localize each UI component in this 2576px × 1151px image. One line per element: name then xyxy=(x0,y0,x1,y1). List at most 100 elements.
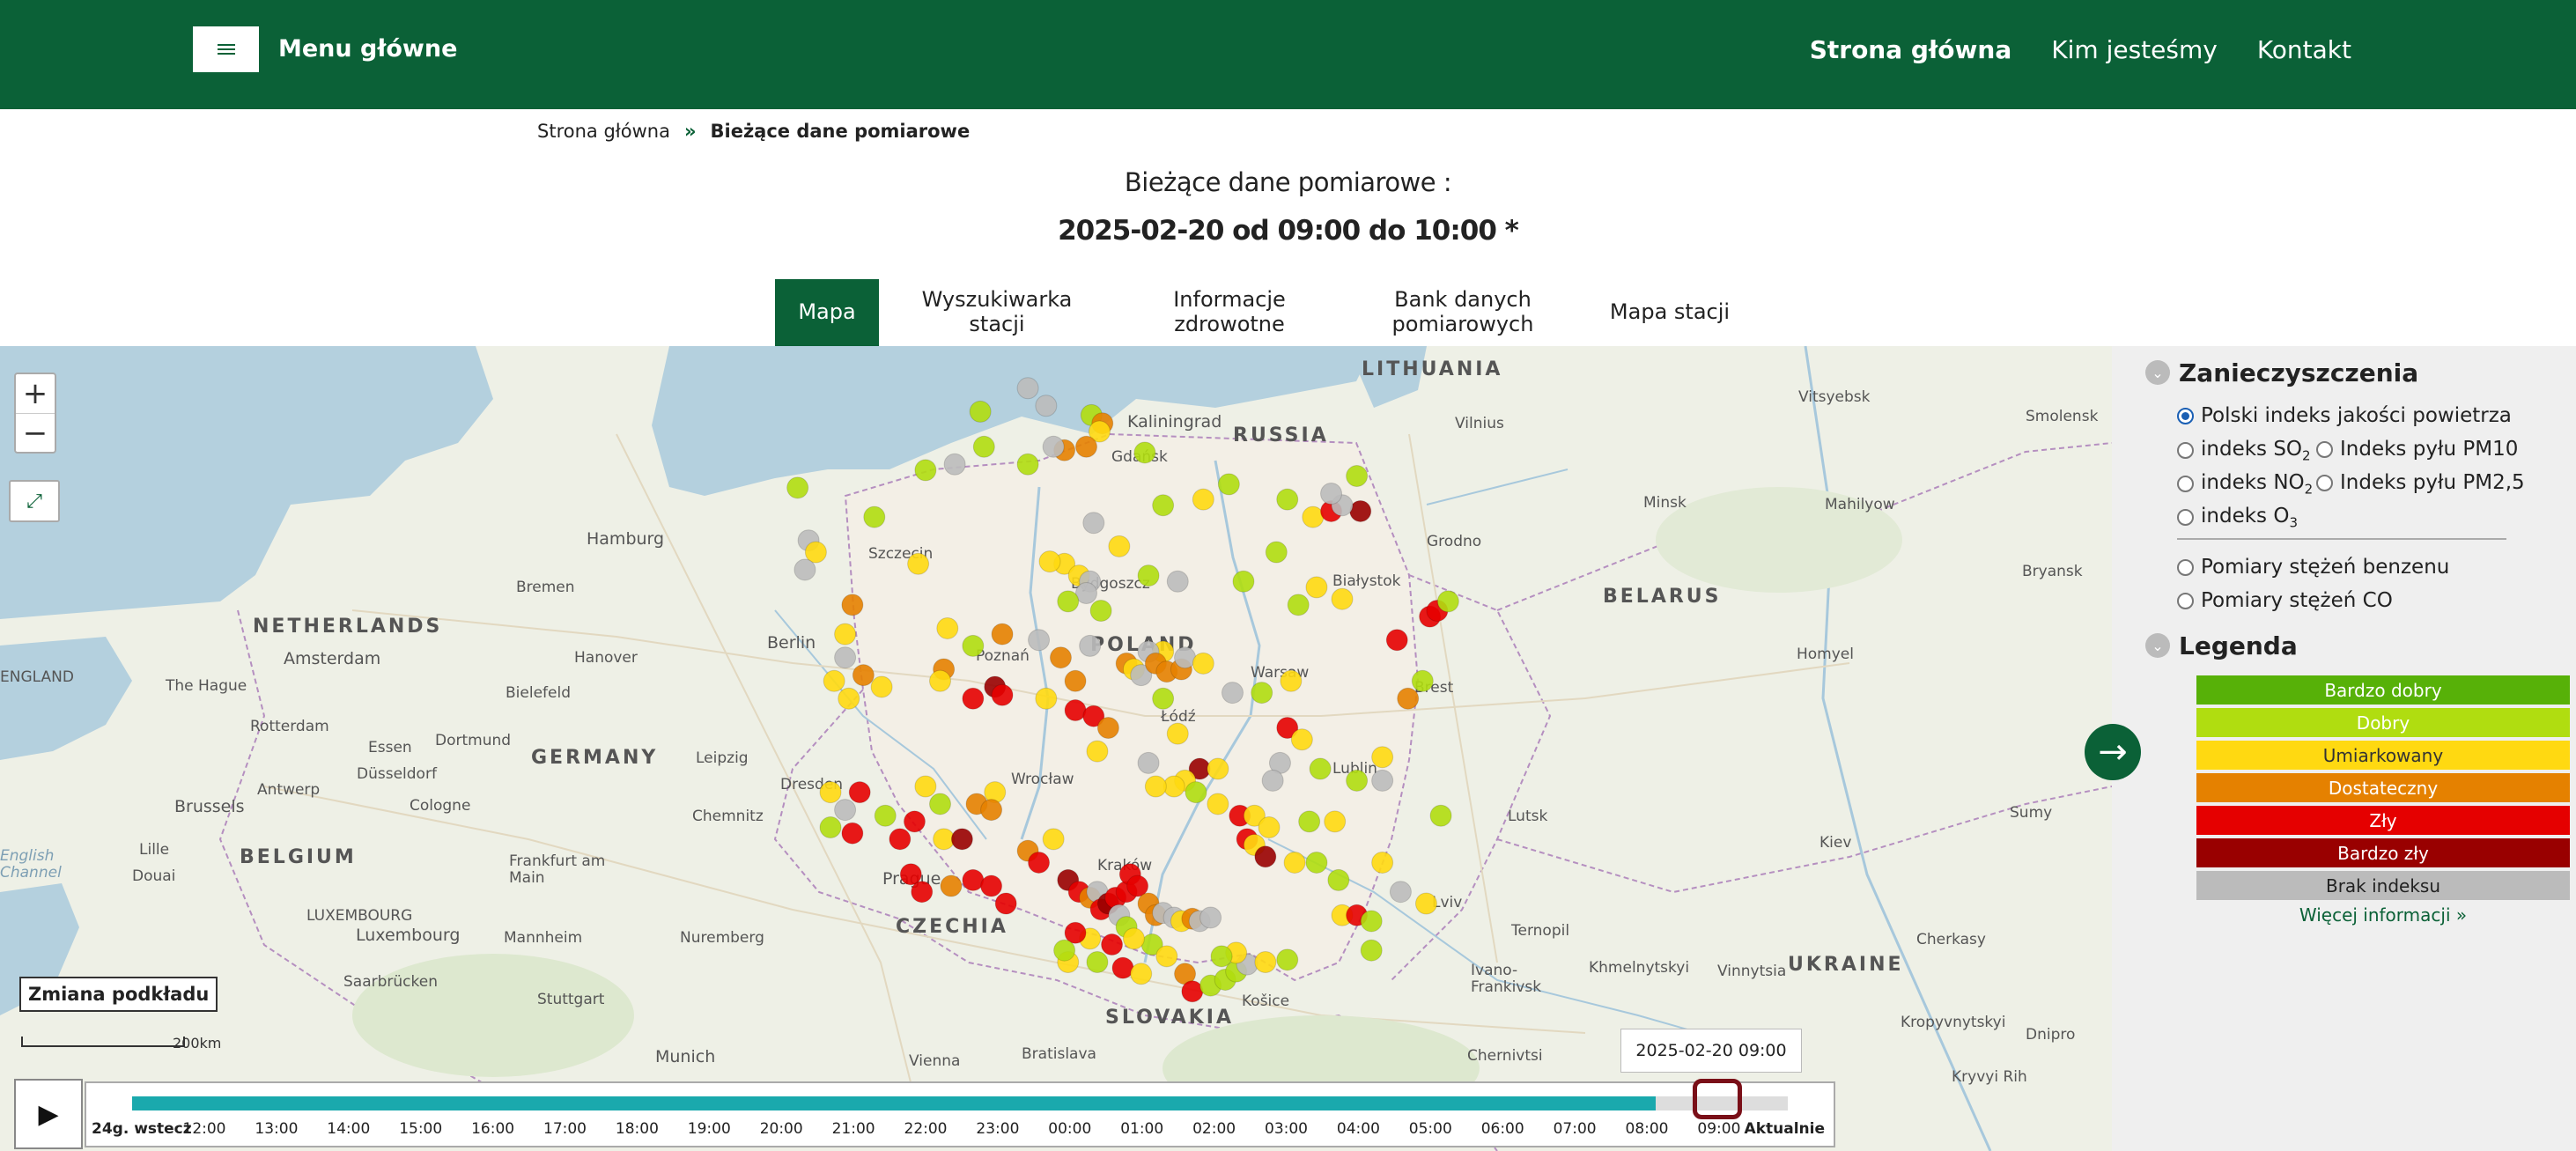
station-marker[interactable] xyxy=(1133,441,1156,464)
fullscreen-button[interactable]: ⤢ xyxy=(9,480,60,522)
station-marker[interactable] xyxy=(834,623,857,646)
station-marker[interactable] xyxy=(907,552,930,575)
station-marker[interactable] xyxy=(1064,669,1087,692)
station-marker[interactable] xyxy=(1035,395,1058,417)
station-marker[interactable] xyxy=(1254,845,1277,868)
station-marker[interactable] xyxy=(1276,948,1299,971)
station-marker[interactable] xyxy=(889,828,912,851)
station-marker[interactable] xyxy=(1152,494,1175,517)
station-marker[interactable] xyxy=(1265,541,1288,564)
station-marker[interactable] xyxy=(1192,488,1214,511)
station-marker[interactable] xyxy=(980,799,1003,822)
legend-heading[interactable]: Legenda xyxy=(2112,631,2298,660)
radio-dot[interactable] xyxy=(2177,558,2194,576)
station-marker[interactable] xyxy=(962,634,985,657)
station-marker[interactable] xyxy=(848,781,871,804)
station-marker[interactable] xyxy=(1185,781,1207,804)
timeline-handle[interactable] xyxy=(1692,1079,1742,1119)
nav-about[interactable]: Kim jesteśmy xyxy=(2051,35,2218,64)
tab-health-info[interactable]: Informacje zdrowotne xyxy=(1115,279,1344,346)
station-marker[interactable] xyxy=(834,646,857,669)
station-marker[interactable] xyxy=(1232,570,1255,593)
tab-map[interactable]: Mapa xyxy=(775,279,879,346)
radio-benzene[interactable]: Pomiary stężeń benzenu xyxy=(2177,556,2449,579)
tab-station-search[interactable]: Wyszukiwarka stacji xyxy=(879,279,1115,346)
station-marker[interactable] xyxy=(786,476,809,499)
station-marker[interactable] xyxy=(1152,687,1175,710)
station-marker[interactable] xyxy=(1429,804,1452,827)
station-marker[interactable] xyxy=(1371,851,1394,874)
station-marker[interactable] xyxy=(962,687,985,710)
station-marker[interactable] xyxy=(1305,576,1328,599)
station-marker[interactable] xyxy=(1137,564,1160,587)
station-marker[interactable] xyxy=(1042,828,1065,851)
radio-pm25[interactable]: Indeks pyłu PM2,5 xyxy=(2316,471,2525,494)
station-marker[interactable] xyxy=(1038,550,1061,573)
station-marker[interactable] xyxy=(1130,963,1153,985)
station-marker[interactable] xyxy=(991,683,1014,706)
station-marker[interactable] xyxy=(841,822,864,845)
nav-home[interactable]: Strona główna xyxy=(1810,35,2012,64)
station-marker[interactable] xyxy=(874,804,897,827)
radio-dot[interactable] xyxy=(2177,407,2194,424)
station-marker[interactable] xyxy=(936,616,959,639)
station-marker[interactable] xyxy=(863,505,886,528)
station-marker[interactable] xyxy=(819,816,842,839)
station-marker[interactable] xyxy=(1028,851,1051,874)
station-marker[interactable] xyxy=(1192,652,1214,675)
station-marker[interactable] xyxy=(929,669,951,692)
station-marker[interactable] xyxy=(914,775,937,798)
station-marker[interactable] xyxy=(1155,945,1178,968)
radio-no2[interactable]: indeks NO2 xyxy=(2177,471,2313,498)
play-button[interactable]: ▶ xyxy=(14,1079,83,1149)
station-marker[interactable] xyxy=(1096,717,1119,739)
station-marker[interactable] xyxy=(1053,939,1076,962)
pollution-heading[interactable]: Zanieczyszczenia xyxy=(2112,358,2418,387)
station-marker[interactable] xyxy=(1320,483,1343,505)
station-marker[interactable] xyxy=(1016,377,1039,400)
breadcrumb-home[interactable]: Strona główna xyxy=(537,121,670,142)
radio-dot[interactable] xyxy=(2316,440,2333,458)
station-marker[interactable] xyxy=(1290,728,1313,751)
station-marker[interactable] xyxy=(929,793,951,815)
station-marker[interactable] xyxy=(1276,488,1299,511)
station-marker[interactable] xyxy=(1086,951,1109,973)
station-marker[interactable] xyxy=(1251,682,1273,705)
station-marker[interactable] xyxy=(1207,757,1229,780)
station-marker[interactable] xyxy=(1166,570,1189,593)
station-marker[interactable] xyxy=(1199,906,1222,929)
station-marker[interactable] xyxy=(1261,769,1284,792)
station-marker[interactable] xyxy=(1016,453,1039,476)
radio-o3[interactable]: indeks O3 xyxy=(2177,505,2298,531)
station-marker[interactable] xyxy=(1305,851,1328,874)
radio-dot[interactable] xyxy=(2177,442,2194,460)
radio-polish-index[interactable]: Polski indeks jakości powietrza xyxy=(2177,404,2512,427)
station-marker[interactable] xyxy=(852,664,875,687)
station-marker[interactable] xyxy=(994,892,1017,915)
station-marker[interactable] xyxy=(1283,851,1306,874)
station-marker[interactable] xyxy=(1035,687,1058,710)
station-marker[interactable] xyxy=(1389,881,1412,904)
station-marker[interactable] xyxy=(1137,751,1160,774)
station-marker[interactable] xyxy=(980,874,1003,897)
station-marker[interactable] xyxy=(1082,512,1105,535)
station-marker[interactable] xyxy=(1210,945,1233,968)
station-marker[interactable] xyxy=(1397,687,1420,710)
tab-data-bank[interactable]: Bank danych pomiarowych xyxy=(1344,279,1582,346)
station-marker[interactable] xyxy=(911,881,934,904)
zoom-in-button[interactable]: + xyxy=(16,374,55,413)
radio-pm10[interactable]: Indeks pyłu PM10 xyxy=(2316,438,2518,461)
station-marker[interactable] xyxy=(823,669,845,692)
station-marker[interactable] xyxy=(1108,535,1131,557)
station-marker[interactable] xyxy=(969,400,992,423)
station-marker[interactable] xyxy=(1042,435,1065,458)
station-marker[interactable] xyxy=(950,828,973,851)
radio-dot[interactable] xyxy=(2177,592,2194,609)
station-marker[interactable] xyxy=(819,781,842,804)
station-marker[interactable] xyxy=(1057,590,1080,613)
station-marker[interactable] xyxy=(972,435,995,458)
station-marker[interactable] xyxy=(1166,722,1189,745)
panel-toggle-button[interactable]: → xyxy=(2085,724,2141,780)
zoom-out-button[interactable]: − xyxy=(16,413,55,452)
station-marker[interactable] xyxy=(834,799,857,822)
